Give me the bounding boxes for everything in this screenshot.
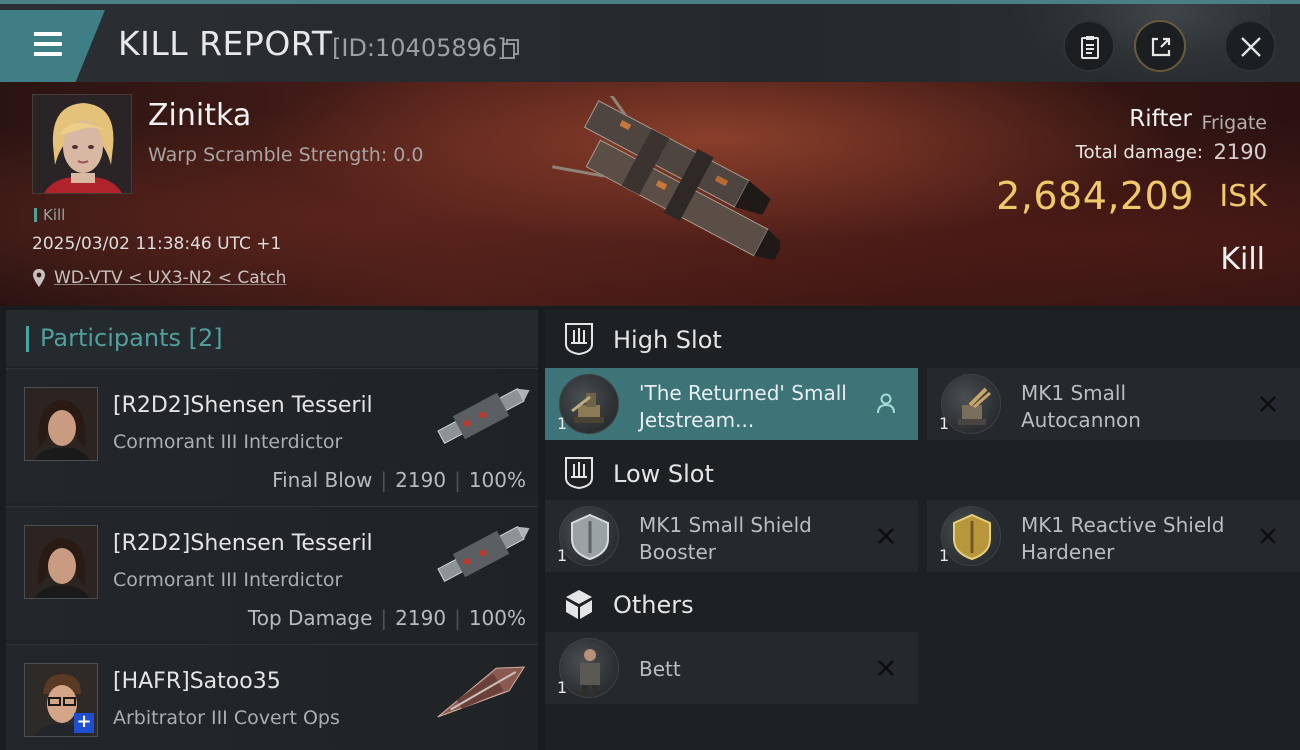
module-quantity: 1 (557, 546, 568, 565)
module-quantity: 1 (939, 414, 950, 433)
module-slot[interactable]: 1 MK1 Small Shield Booster (545, 500, 918, 572)
participant-avatar[interactable] (24, 387, 98, 461)
others-label: Others (613, 591, 694, 619)
participant-percent: 100% (468, 606, 526, 630)
module-name: MK1 Small Autocannon (1021, 381, 1141, 432)
participant-ship: Cormorant III Interdictor (113, 569, 343, 591)
victim-name[interactable]: Zinitka (148, 98, 251, 133)
high-slot-label: High Slot (613, 326, 722, 354)
participant-avatar[interactable] (24, 525, 98, 599)
close-icon[interactable] (876, 525, 896, 547)
clipboard-button[interactable] (1063, 20, 1115, 72)
module-icon (941, 374, 1001, 434)
participant-stat: Final Blow | 2190 | 100% (272, 468, 526, 492)
module-name: Bett (639, 657, 681, 681)
victim-banner: Zinitka Warp Scramble Strength: 0.0 Kill… (0, 82, 1300, 306)
participant-row[interactable]: [R2D2]Shensen Tesseril Cormorant III Int… (6, 368, 538, 502)
participant-name[interactable]: [R2D2]Shensen Tesseril (113, 531, 373, 556)
kill-timestamp: 2025/03/02 11:38:46 UTC +1 (32, 234, 282, 254)
low-slot-icon (565, 457, 593, 490)
clipboard-icon (1081, 36, 1099, 59)
module-icon (941, 506, 1001, 566)
participant-stat-label: Final Blow (272, 468, 373, 492)
participant-stat: Top Damage | 2190 | 100% (247, 606, 526, 630)
victim-ship-image (552, 96, 780, 260)
victim-ship-name[interactable]: Rifter (1129, 106, 1192, 132)
participants-title: Participants [2] (40, 324, 223, 352)
module-quantity: 1 (557, 414, 568, 433)
participant-stat-label: Top Damage (247, 606, 373, 630)
module-slot[interactable]: 1 'The Returned' Small Jetstream... (545, 368, 918, 440)
close-button[interactable] (1224, 20, 1276, 72)
module-quantity: 1 (557, 678, 568, 697)
warp-scramble-strength: Warp Scramble Strength: 0.0 (148, 144, 424, 166)
total-damage-label: Total damage: (1075, 142, 1203, 163)
participant-damage: 2190 (395, 606, 447, 630)
total-damage-value: 2190 (1213, 140, 1267, 164)
low-slot-label: Low Slot (613, 460, 714, 488)
kill-result: Kill (1220, 242, 1265, 277)
isk-unit: ISK (1219, 179, 1267, 214)
module-icon (559, 638, 619, 698)
participant-ship-image (437, 526, 530, 582)
share-icon (1151, 37, 1171, 57)
participant-ship-image (437, 388, 530, 444)
participant-percent: 100% (468, 468, 526, 492)
module-name: 'The Returned' Small Jetstream... (639, 381, 847, 432)
header-bar: KILL REPORT [ID:10405896] (0, 0, 1300, 86)
module-slot[interactable]: 1 MK1 Small Autocannon (927, 368, 1300, 440)
close-icon[interactable] (876, 657, 896, 679)
kill-tag: Kill (34, 206, 65, 224)
participants-panel: Participants [2] [R2D2]Shensen Tesseril … (6, 310, 538, 750)
module-slot[interactable]: 1 Bett (545, 632, 918, 704)
close-icon[interactable] (1258, 525, 1278, 547)
module-name: MK1 Reactive Shield Hardener (1021, 513, 1225, 564)
participant-ship: Cormorant III Interdictor (113, 431, 343, 453)
location-pin-icon (33, 269, 45, 287)
close-icon (1241, 37, 1261, 57)
module-name: MK1 Small Shield Booster (639, 513, 812, 564)
participant-name[interactable]: [R2D2]Shensen Tesseril (113, 393, 373, 418)
high-slot-section: High Slot (545, 310, 1300, 368)
menu-button[interactable] (0, 10, 105, 82)
location-link[interactable]: WD-VTV < UX3-N2 < Catch (54, 268, 286, 288)
others-section: Others (545, 575, 1300, 633)
victim-ship-class: Frigate (1201, 112, 1267, 134)
low-slot-section: Low Slot (545, 444, 1300, 502)
participant-ship-image (437, 666, 526, 718)
report-id: [ID:10405896] (332, 34, 507, 62)
add-contact-icon[interactable]: + (74, 713, 94, 733)
victim-portrait[interactable] (32, 94, 132, 194)
high-slot-icon (565, 323, 593, 356)
module-quantity: 1 (939, 546, 950, 565)
participant-row[interactable]: [R2D2]Shensen Tesseril Cormorant III Int… (6, 506, 538, 640)
fitting-panel: High Slot 1 'The Returned' Small Jetstre… (545, 310, 1300, 750)
module-icon (559, 506, 619, 566)
cargo-box-icon (566, 590, 592, 619)
module-slot[interactable]: 1 MK1 Reactive Shield Hardener (927, 500, 1300, 572)
participant-ship: Arbitrator III Covert Ops (113, 707, 340, 729)
person-icon[interactable] (876, 393, 896, 415)
isk-value: 2,684,209 (996, 174, 1194, 218)
share-button[interactable] (1134, 20, 1186, 72)
participant-damage: 2190 (395, 468, 447, 492)
copy-icon[interactable] (502, 39, 520, 59)
participants-header: Participants [2] (6, 310, 538, 366)
module-icon (559, 374, 619, 434)
participant-name[interactable]: [HAFR]Satoo35 (113, 669, 281, 694)
participant-row[interactable]: + [HAFR]Satoo35 Arbitrator III Covert Op… (6, 644, 538, 750)
close-icon[interactable] (1258, 393, 1278, 415)
page-title: KILL REPORT (118, 24, 333, 63)
